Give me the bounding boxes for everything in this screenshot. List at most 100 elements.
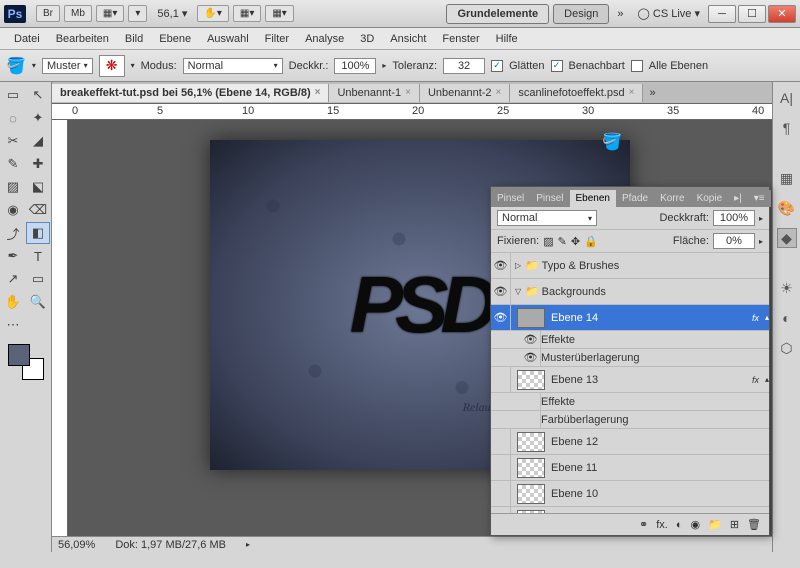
tool-7[interactable]: ✚ xyxy=(26,153,50,175)
menu-datei[interactable]: Datei xyxy=(6,30,48,48)
delete-layer-icon[interactable]: 🗑 xyxy=(747,518,761,531)
opacity-field[interactable]: 100% xyxy=(334,58,376,74)
tool-11[interactable]: ⌫ xyxy=(26,199,50,221)
minibridge-button[interactable]: Mb xyxy=(64,5,92,22)
tool-17[interactable]: ▭ xyxy=(26,268,50,290)
tolerance-field[interactable]: 32 xyxy=(443,58,485,74)
tool-9[interactable]: ⬕ xyxy=(26,176,50,198)
tool-16[interactable]: ↗ xyxy=(1,268,25,290)
lock-position-icon[interactable]: ✥ xyxy=(571,235,580,248)
lock-transparency-icon[interactable]: ▨ xyxy=(543,235,553,248)
workspace-grundelemente[interactable]: Grundelemente xyxy=(446,4,549,24)
tool-1[interactable]: ↖ xyxy=(26,84,50,106)
panel-menu[interactable]: ▾≡ xyxy=(748,190,771,207)
layer-ebene14[interactable]: 👁Ebene 14fx▴ xyxy=(491,305,769,331)
layer-ebene12[interactable]: Ebene 12 xyxy=(491,429,769,455)
char-panel-icon[interactable]: A| xyxy=(777,88,797,108)
visibility-icon[interactable]: 👁 xyxy=(491,253,511,278)
tool-12[interactable]: ⤴ xyxy=(1,222,25,244)
tool-0[interactable]: ▭ xyxy=(1,84,25,106)
doctab-3[interactable]: Unbenannt-2× xyxy=(420,84,510,102)
tool-10[interactable]: ◉ xyxy=(1,199,25,221)
doctab-2[interactable]: Unbenannt-1× xyxy=(329,84,419,102)
arrange-button[interactable]: ▾ xyxy=(128,5,147,22)
close-button[interactable]: ✕ xyxy=(768,5,796,23)
pattern-swatch[interactable]: ❋ xyxy=(99,55,125,77)
layer-fx-icon[interactable]: fx. xyxy=(656,519,668,531)
layer-ebene13[interactable]: Ebene 13fx▴ xyxy=(491,367,769,393)
menu-3d[interactable]: 3D xyxy=(352,30,382,48)
layer-ebene11[interactable]: Ebene 11 xyxy=(491,455,769,481)
workspace-design[interactable]: Design xyxy=(553,4,609,24)
menu-bearbeiten[interactable]: Bearbeiten xyxy=(48,30,117,48)
menu-ebene[interactable]: Ebene xyxy=(151,30,199,48)
effects-label[interactable]: Effekte xyxy=(491,393,769,411)
fill-source-dropdown[interactable]: Muster ▾ xyxy=(42,58,93,74)
foreground-swatch[interactable] xyxy=(8,344,30,366)
tab-pinsel2[interactable]: Pinsel xyxy=(530,190,569,207)
doctab-4[interactable]: scanlinefotoeffekt.psd× xyxy=(510,84,643,102)
doctab-overflow[interactable]: » xyxy=(643,87,661,99)
status-zoom[interactable]: 56,09% xyxy=(58,539,95,551)
group-typo[interactable]: 👁▷📁 Typo & Brushes xyxy=(491,253,769,279)
color-panel-icon[interactable]: 🎨 xyxy=(777,198,797,218)
tool-18[interactable]: ✋ xyxy=(1,291,25,313)
close-icon[interactable]: × xyxy=(315,87,321,98)
menu-filter[interactable]: Filter xyxy=(257,30,297,48)
tool-8[interactable]: ▨ xyxy=(1,176,25,198)
lock-paint-icon[interactable]: ✎ xyxy=(558,235,567,248)
layer-opacity-field[interactable]: 100% xyxy=(713,210,755,226)
tool-19[interactable]: 🔍 xyxy=(26,291,50,313)
maximize-button[interactable]: ☐ xyxy=(738,5,766,23)
link-layers-icon[interactable]: ⚭ xyxy=(639,518,648,531)
antialias-checkbox[interactable]: ✓ xyxy=(491,60,503,72)
tool-5[interactable]: ◢ xyxy=(26,130,50,152)
tab-ebenen[interactable]: Ebenen xyxy=(570,190,616,207)
tab-pinsel1[interactable]: Pinsel xyxy=(491,190,530,207)
group-backgrounds[interactable]: 👁▽📁 Backgrounds xyxy=(491,279,769,305)
effect-pattern[interactable]: 👁Musterüberlagerung xyxy=(491,349,769,367)
panel-expand[interactable]: ▸| xyxy=(728,190,748,207)
tool-14[interactable]: ✒ xyxy=(1,245,25,267)
status-docsize[interactable]: Dok: 1,97 MB/27,6 MB xyxy=(115,539,226,551)
effects-label[interactable]: 👁Effekte xyxy=(491,331,769,349)
swatches-panel-icon[interactable]: ▦ xyxy=(777,168,797,188)
tool-15[interactable]: T xyxy=(26,245,50,267)
doctab-1[interactable]: breakeffekt-tut.psd bei 56,1% (Ebene 14,… xyxy=(52,84,329,102)
extras-button[interactable]: ▦▾ xyxy=(233,5,261,22)
layer-thumb[interactable] xyxy=(517,308,545,328)
cslive-button[interactable]: CS Live xyxy=(653,8,692,20)
adjust-panel-icon[interactable]: ☀ xyxy=(777,278,797,298)
tool-20[interactable]: ⋯ xyxy=(1,314,25,336)
guides-button[interactable]: ▦▾ xyxy=(265,5,293,22)
mask-panel-icon[interactable]: ◐ xyxy=(777,308,797,328)
para-panel-icon[interactable]: ¶ xyxy=(777,118,797,138)
layers-panel-icon[interactable]: ◆ xyxy=(777,228,797,248)
adjustment-layer-icon[interactable]: ◉ xyxy=(691,518,701,531)
lock-all-icon[interactable]: 🔒 xyxy=(584,235,598,248)
screen-mode-button[interactable]: ▦▾ xyxy=(96,5,124,22)
menu-fenster[interactable]: Fenster xyxy=(434,30,487,48)
tool-3[interactable]: ✦ xyxy=(26,107,50,129)
tool-2[interactable]: ◌ xyxy=(1,107,25,129)
tool-4[interactable]: ✂ xyxy=(1,130,25,152)
styles-panel-icon[interactable]: ⬡ xyxy=(777,338,797,358)
hand-button[interactable]: ✋▾ xyxy=(197,5,228,22)
tab-korre[interactable]: Korre xyxy=(654,190,690,207)
menu-auswahl[interactable]: Auswahl xyxy=(199,30,257,48)
color-swatches[interactable] xyxy=(8,344,44,380)
effect-color[interactable]: Farbüberlagerung xyxy=(491,411,769,429)
menu-hilfe[interactable]: Hilfe xyxy=(488,30,526,48)
alllayers-checkbox[interactable] xyxy=(631,60,643,72)
tool-6[interactable]: ✎ xyxy=(1,153,25,175)
tool-21[interactable] xyxy=(26,314,50,336)
new-group-icon[interactable]: 📁 xyxy=(708,518,722,531)
zoom-level[interactable]: 56,1 ▾ xyxy=(157,7,187,20)
menu-ansicht[interactable]: Ansicht xyxy=(382,30,434,48)
contiguous-checkbox[interactable]: ✓ xyxy=(551,60,563,72)
mode-dropdown[interactable]: Normal ▾ xyxy=(183,58,283,74)
workspace-more[interactable]: » xyxy=(611,8,629,20)
menu-bild[interactable]: Bild xyxy=(117,30,151,48)
blend-mode-dropdown[interactable]: Normal▾ xyxy=(497,210,597,226)
tab-kopie[interactable]: Kopie xyxy=(691,190,729,207)
